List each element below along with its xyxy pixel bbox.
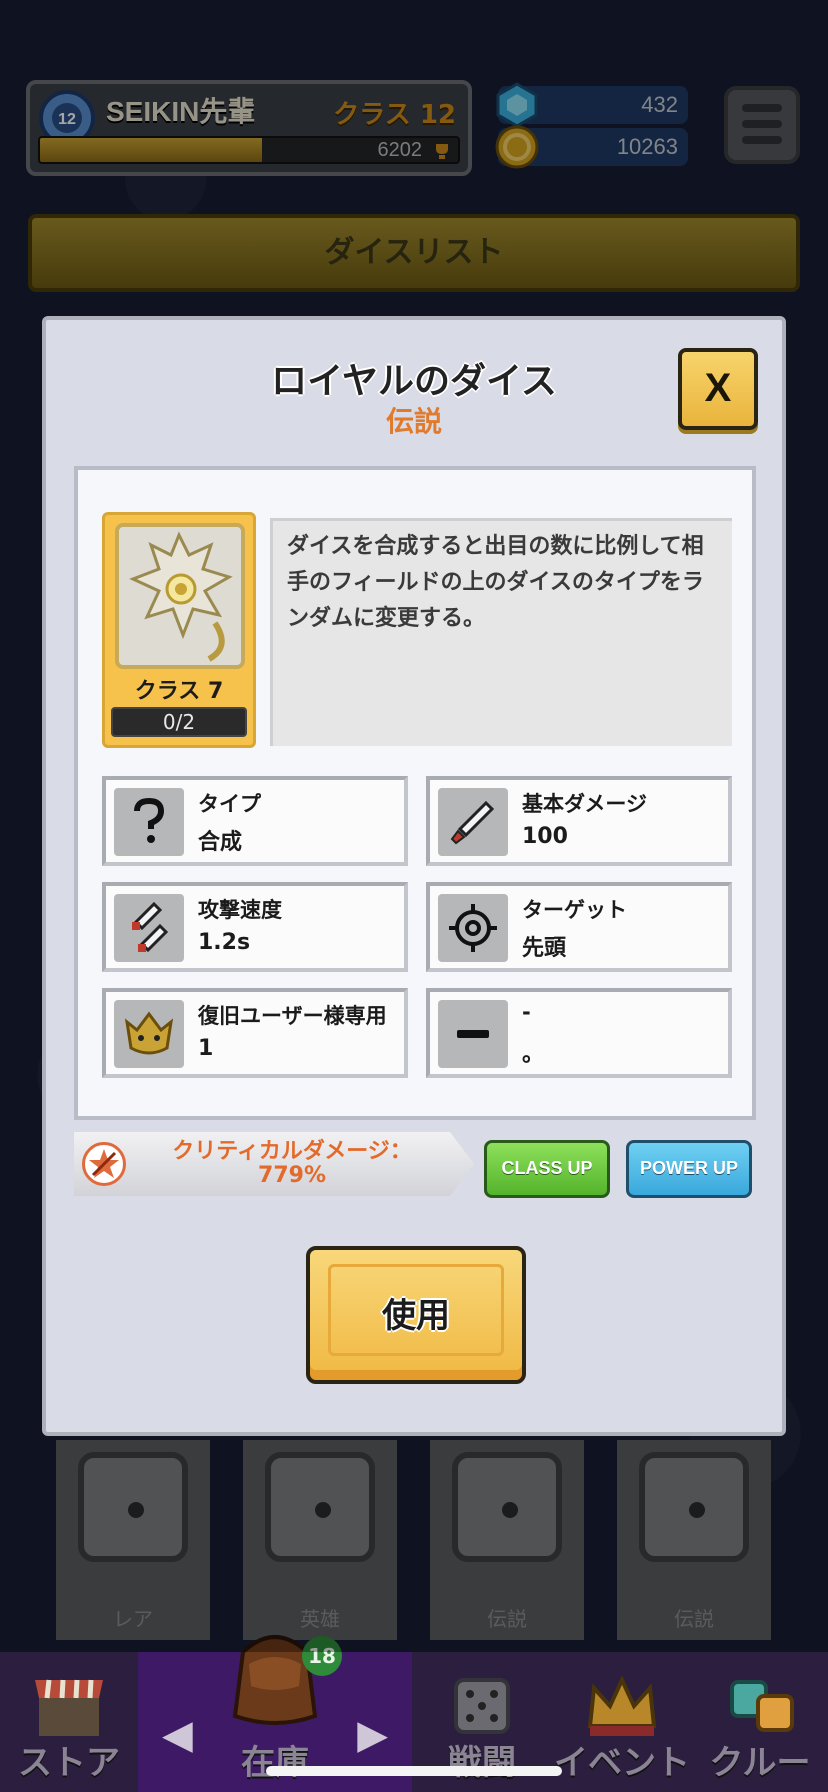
coin-counter[interactable]: 10263 xyxy=(495,125,688,169)
portrait-class: クラス 7 xyxy=(134,679,224,704)
critical-damage-text: クリティカルダメージ：779% xyxy=(172,1139,412,1188)
stat-attack-speed: 攻撃速度 1.2s xyxy=(102,882,408,972)
double-sword-icon xyxy=(114,894,184,962)
nav-store-label: ストア xyxy=(18,1743,120,1783)
sword-icon xyxy=(438,788,508,856)
menu-button[interactable] xyxy=(724,86,800,164)
crown-icon xyxy=(587,1675,657,1736)
stat-label: 攻撃速度 xyxy=(198,898,282,922)
dice-card[interactable]: 伝説 xyxy=(617,1440,771,1640)
rank-level: 12 xyxy=(58,111,76,128)
modal-rarity: 伝説 xyxy=(385,405,442,438)
dice-battle-icon xyxy=(454,1678,510,1734)
hamburger-line xyxy=(742,136,782,144)
inventory-badge: 18 xyxy=(302,1636,342,1676)
crown-beast-icon xyxy=(114,1000,184,1068)
dice-info-panel: クラス 7 0/2 ダイスを合成すると出目の数に比例して相手のフィールドの上のダ… xyxy=(74,466,756,1120)
portrait-count: 0/2 xyxy=(111,707,247,737)
stat-value: 1 xyxy=(198,1036,214,1061)
stat-target: ターゲット 先頭 xyxy=(426,882,732,972)
stat-value: 先頭 xyxy=(522,936,567,961)
player-name: SEIKIN先輩 xyxy=(106,96,256,127)
power-up-button[interactable]: POWER UP xyxy=(626,1140,752,1198)
royal-emblem-icon xyxy=(129,531,233,662)
dice-list-header: ダイスリスト xyxy=(28,214,800,292)
player-class: クラス 12 xyxy=(333,100,456,130)
dice-portrait: クラス 7 0/2 xyxy=(102,512,256,748)
coin-count: 10263 xyxy=(616,134,678,159)
question-icon xyxy=(114,788,184,856)
stat-value: 合成 xyxy=(198,830,243,855)
stat-label: タイプ xyxy=(198,792,261,816)
hamburger-line xyxy=(742,104,782,112)
dice-card[interactable]: 伝説 xyxy=(430,1440,584,1640)
xp-fill xyxy=(40,138,262,162)
stat-base-damage: 基本ダメージ 100 xyxy=(426,776,732,866)
critical-icon xyxy=(82,1142,126,1186)
coin-icon xyxy=(495,125,539,169)
stat-label: 基本ダメージ xyxy=(522,792,647,816)
stat-value: 1.2s xyxy=(198,930,251,955)
nav-store[interactable]: ストア xyxy=(0,1652,138,1792)
stat-empty: - 。 xyxy=(426,988,732,1078)
stat-value: 。 xyxy=(522,1042,545,1067)
stat-label: ターゲット xyxy=(522,898,627,922)
crew-icon xyxy=(730,1680,794,1732)
stat-value: 100 xyxy=(522,824,568,849)
dice-icon xyxy=(265,1452,375,1562)
crosshair-icon xyxy=(438,894,508,962)
shop-icon xyxy=(35,1679,103,1736)
nav-event[interactable]: イベント xyxy=(552,1652,692,1792)
gem-count: 432 xyxy=(641,92,678,117)
class-up-button[interactable]: CLASS UP xyxy=(484,1140,610,1198)
dice-detail-modal: ロイヤルのダイス 伝説 X クラス 7 0/2 ダイスを合成すると出目の数に比例… xyxy=(42,316,786,1436)
hamburger-line xyxy=(742,120,782,128)
nav-inventory-label: 在庫 xyxy=(241,1743,309,1783)
dice-icon xyxy=(639,1452,749,1562)
stat-label: 復旧ユーザー様専用 xyxy=(198,1004,387,1028)
dice-rarity: レア xyxy=(113,1607,153,1631)
nav-battle-label: 戦闘 xyxy=(448,1743,516,1783)
gem-icon xyxy=(496,82,538,128)
minus-icon xyxy=(438,1000,508,1068)
dice-icon xyxy=(452,1452,562,1562)
player-panel[interactable]: 12 SEIKIN先輩 クラス 12 6202 xyxy=(26,80,472,176)
use-button-label: 使用 xyxy=(382,1296,450,1336)
dice-icon xyxy=(78,1452,188,1562)
modal-title: ロイヤルのダイス xyxy=(271,361,557,402)
nav-event-label: イベント xyxy=(554,1743,690,1783)
dice-card[interactable]: レア xyxy=(56,1440,210,1640)
close-button[interactable]: X xyxy=(678,348,758,430)
dice-description: ダイスを合成すると出目の数に比例して相手のフィールドの上のダイスのタイプをランダ… xyxy=(270,518,732,746)
dice-rarity: 伝説 xyxy=(674,1607,714,1631)
royal-dice-icon xyxy=(115,523,245,669)
trophy-icon xyxy=(436,144,448,159)
stat-label: - xyxy=(522,1000,531,1024)
stat-type: タイプ 合成 xyxy=(102,776,408,866)
dice-rarity: 伝説 xyxy=(487,1607,527,1631)
dice-card[interactable]: 英雄 xyxy=(243,1440,397,1640)
stat-recovery-user: 復旧ユーザー様専用 1 xyxy=(102,988,408,1078)
nav-crew-label: クルー xyxy=(709,1743,811,1783)
critical-damage-bar: クリティカルダメージ：779% xyxy=(74,1132,474,1196)
xp-bar: 6202 xyxy=(38,136,460,164)
xp-value: 6202 xyxy=(377,139,423,161)
home-indicator[interactable] xyxy=(266,1766,562,1776)
use-button[interactable]: 使用 xyxy=(306,1246,526,1384)
gem-counter[interactable]: 432 xyxy=(496,82,688,128)
nav-crew[interactable]: クルー xyxy=(692,1652,828,1792)
dice-row: レア 英雄 伝説 伝説 xyxy=(56,1440,772,1640)
